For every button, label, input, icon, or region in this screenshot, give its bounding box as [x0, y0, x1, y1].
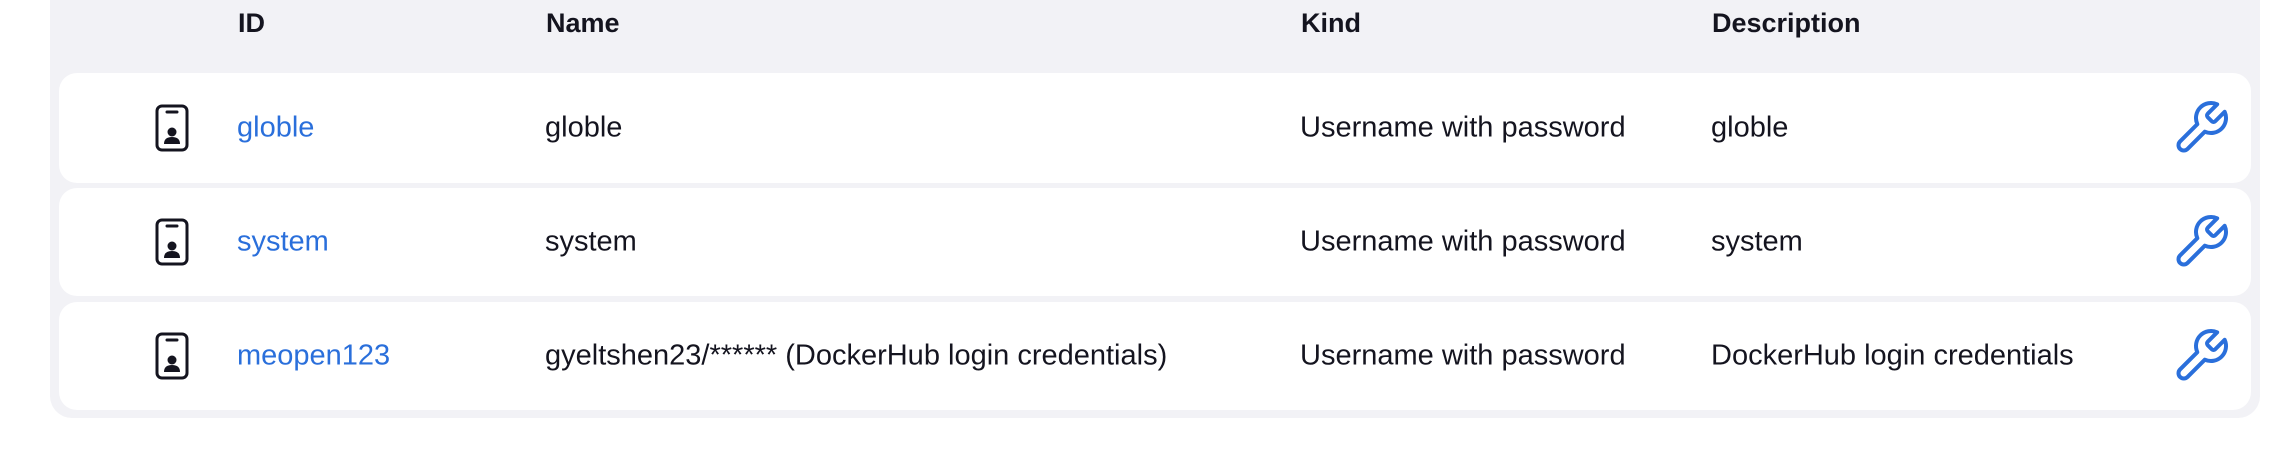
wrench-icon[interactable] [2171, 326, 2231, 386]
credential-id-card-icon [154, 218, 190, 266]
header-kind[interactable]: Kind [1301, 8, 1361, 39]
wrench-icon[interactable] [2171, 98, 2231, 158]
header-id[interactable]: ID [238, 8, 265, 39]
credential-id-link[interactable]: system [237, 226, 329, 259]
credential-name: system [545, 225, 637, 258]
credential-id-link[interactable]: globle [237, 112, 314, 145]
table-row: system system Username with password sys… [59, 188, 2251, 296]
table-row: globle globle Username with password glo… [59, 73, 2251, 183]
credential-id-link[interactable]: meopen123 [237, 340, 390, 373]
table-header: ID Name Kind Description [50, 0, 2260, 50]
header-description[interactable]: Description [1712, 8, 1861, 39]
table-row: meopen123 gyeltshen23/****** (DockerHub … [59, 302, 2251, 410]
credential-description: DockerHub login credentials [1711, 339, 2074, 372]
credential-description: system [1711, 225, 1803, 258]
credential-id-card-icon [154, 332, 190, 380]
credential-description: globle [1711, 111, 1789, 144]
credential-kind: Username with password [1300, 225, 1626, 258]
credential-kind: Username with password [1300, 111, 1626, 144]
credential-name: gyeltshen23/****** (DockerHub login cred… [545, 339, 1168, 372]
credentials-table: ID Name Kind Description globle globle U… [50, 0, 2260, 418]
wrench-icon[interactable] [2171, 212, 2231, 272]
credential-kind: Username with password [1300, 339, 1626, 372]
credential-id-card-icon [154, 104, 190, 152]
credential-name: globle [545, 111, 623, 144]
header-name[interactable]: Name [546, 8, 620, 39]
